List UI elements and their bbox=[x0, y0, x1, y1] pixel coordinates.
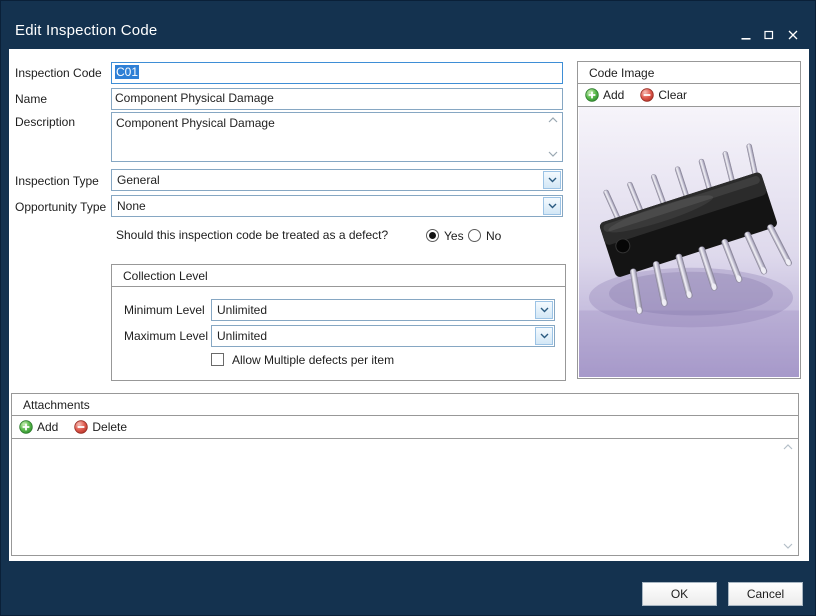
inspection-type-label: Inspection Type bbox=[15, 174, 99, 188]
titlebar[interactable]: Edit Inspection Code bbox=[1, 1, 815, 49]
attachments-group: Attachments Add bbox=[11, 393, 799, 556]
code-image-clear-label: Clear bbox=[658, 88, 687, 102]
minimize-icon bbox=[741, 30, 751, 41]
code-image-preview bbox=[579, 107, 799, 377]
scroll-up-icon[interactable] bbox=[782, 443, 794, 451]
opportunity-type-select[interactable]: None bbox=[111, 195, 563, 217]
inspection-type-select[interactable]: General bbox=[111, 169, 563, 191]
code-image-add-label: Add bbox=[603, 88, 624, 102]
maximize-icon bbox=[764, 30, 774, 40]
defect-yes-label[interactable]: Yes bbox=[444, 229, 464, 243]
code-image-title: Code Image bbox=[589, 66, 654, 80]
dialog-body: Inspection Code C01 Name Component Physi… bbox=[9, 49, 809, 561]
attachments-list[interactable] bbox=[13, 439, 797, 554]
allow-multiple-defects-checkbox[interactable] bbox=[211, 353, 224, 366]
minimum-level-select[interactable]: Unlimited bbox=[211, 299, 555, 321]
minimize-button[interactable] bbox=[737, 27, 755, 43]
defect-yes-radio[interactable] bbox=[426, 229, 439, 242]
collection-level-header: Collection Level bbox=[112, 265, 565, 287]
attachments-header: Attachments bbox=[12, 394, 798, 416]
collection-level-title: Collection Level bbox=[123, 269, 208, 283]
inspection-type-value: General bbox=[117, 173, 160, 187]
remove-circle-icon bbox=[640, 88, 654, 102]
scroll-down-icon[interactable] bbox=[547, 150, 559, 158]
chevron-down-icon[interactable] bbox=[543, 197, 561, 215]
maximize-button[interactable] bbox=[760, 27, 778, 43]
chevron-down-icon[interactable] bbox=[535, 327, 553, 345]
add-circle-icon bbox=[585, 88, 599, 102]
attachments-toolbar: Add Delete bbox=[12, 416, 798, 439]
description-value: Component Physical Damage bbox=[116, 116, 275, 130]
close-button[interactable] bbox=[784, 27, 802, 43]
attachments-title: Attachments bbox=[23, 398, 90, 412]
code-image-header: Code Image bbox=[578, 62, 800, 84]
add-circle-icon bbox=[19, 420, 33, 434]
cancel-button[interactable]: Cancel bbox=[728, 582, 803, 606]
scroll-down-icon[interactable] bbox=[782, 542, 794, 550]
defect-no-label[interactable]: No bbox=[486, 229, 501, 243]
scroll-up-icon[interactable] bbox=[547, 116, 559, 124]
collection-level-group: Collection Level Minimum Level Unlimited… bbox=[111, 264, 566, 381]
attachments-add-button[interactable]: Add bbox=[19, 420, 58, 434]
ok-button[interactable]: OK bbox=[642, 582, 717, 606]
chevron-down-icon[interactable] bbox=[543, 171, 561, 189]
maximum-level-label: Maximum Level bbox=[124, 329, 208, 343]
maximum-level-value: Unlimited bbox=[217, 329, 267, 343]
close-icon bbox=[788, 30, 798, 40]
minimum-level-value: Unlimited bbox=[217, 303, 267, 317]
minimum-level-label: Minimum Level bbox=[124, 303, 205, 317]
maximum-level-select[interactable]: Unlimited bbox=[211, 325, 555, 347]
defect-question-text: Should this inspection code be treated a… bbox=[116, 228, 388, 242]
code-image-clear-button[interactable]: Clear bbox=[640, 88, 687, 102]
inspection-code-input[interactable]: C01 bbox=[111, 62, 563, 84]
name-input[interactable]: Component Physical Damage bbox=[111, 88, 563, 110]
inspection-code-label: Inspection Code bbox=[15, 66, 102, 80]
defect-no-radio[interactable] bbox=[468, 229, 481, 242]
attachments-add-label: Add bbox=[37, 420, 58, 434]
chevron-down-icon[interactable] bbox=[535, 301, 553, 319]
remove-circle-icon bbox=[74, 420, 88, 434]
attachments-delete-label: Delete bbox=[92, 420, 127, 434]
opportunity-type-label: Opportunity Type bbox=[15, 200, 106, 214]
ic-chip-photo bbox=[579, 107, 799, 377]
description-input[interactable]: Component Physical Damage bbox=[111, 112, 563, 162]
code-image-add-button[interactable]: Add bbox=[585, 88, 624, 102]
code-image-toolbar: Add Clear bbox=[578, 84, 800, 107]
window-title: Edit Inspection Code bbox=[15, 22, 157, 39]
opportunity-type-value: None bbox=[117, 199, 146, 213]
edit-inspection-code-dialog: Edit Inspection Code Inspection Code C01… bbox=[0, 0, 816, 616]
attachments-delete-button[interactable]: Delete bbox=[74, 420, 127, 434]
name-label: Name bbox=[15, 92, 47, 106]
allow-multiple-defects-label[interactable]: Allow Multiple defects per item bbox=[232, 353, 394, 367]
inspection-code-value: C01 bbox=[115, 65, 139, 79]
description-label: Description bbox=[15, 115, 75, 129]
name-value: Component Physical Damage bbox=[115, 91, 274, 105]
code-image-group: Code Image Add bbox=[577, 61, 801, 379]
